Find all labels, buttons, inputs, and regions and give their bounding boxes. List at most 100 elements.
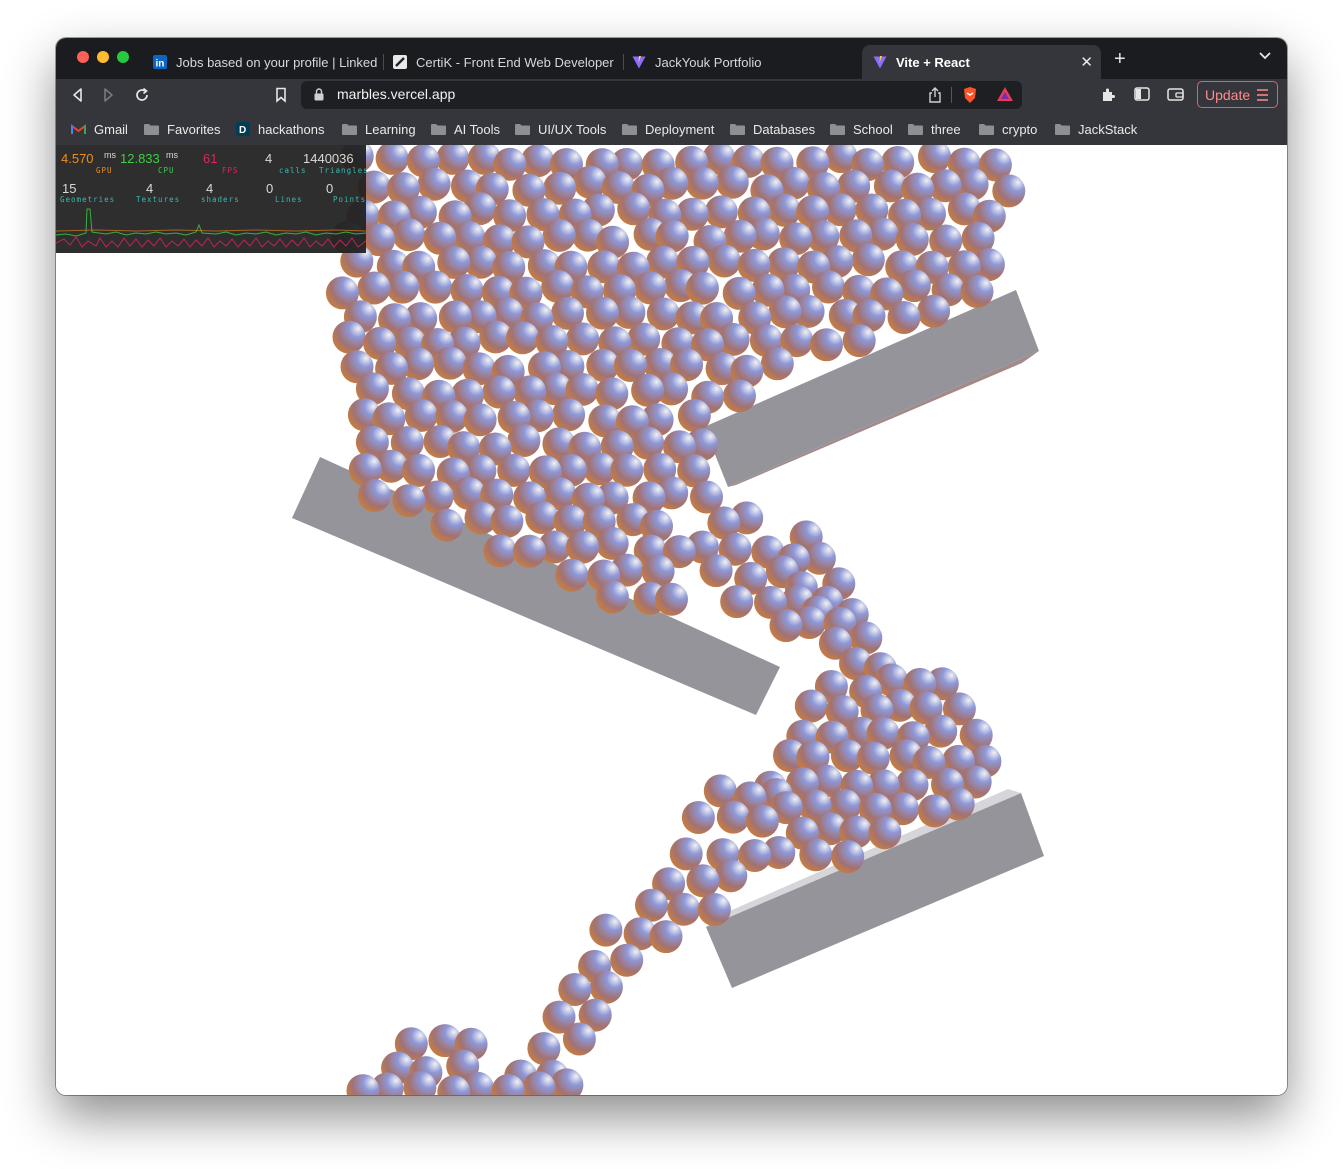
share-icon[interactable] — [928, 87, 942, 103]
marble — [681, 801, 715, 834]
browser-window: in Jobs based on your profile | LinkedIn… — [56, 38, 1287, 1095]
geometries-value: 15 — [62, 181, 77, 196]
bookmark-databases[interactable]: Databases — [730, 118, 815, 140]
calls-value: 4 — [265, 151, 273, 166]
marble — [697, 893, 731, 926]
marble — [430, 508, 464, 542]
forward-icon[interactable] — [103, 87, 115, 103]
minimize-window-button[interactable] — [97, 51, 109, 63]
sidebar-icon[interactable] — [1134, 87, 1150, 101]
folder-icon — [515, 124, 530, 135]
marble — [357, 479, 391, 512]
extensions-icon[interactable] — [1100, 87, 1116, 103]
tab-title: Vite + React — [896, 54, 970, 70]
marble — [346, 1074, 380, 1095]
marble — [960, 275, 994, 308]
bookmark-learning[interactable]: Learning — [342, 118, 416, 140]
bookmarks-bar: Gmail Favorites D hackathons Learning AI… — [56, 113, 1287, 146]
marble — [542, 218, 576, 252]
tab-certik[interactable]: CertiK - Front End Web Developer - — [382, 45, 618, 79]
back-icon[interactable] — [71, 87, 83, 103]
marble — [610, 943, 644, 977]
wallet-icon[interactable] — [1167, 87, 1184, 101]
marble — [506, 321, 540, 355]
marble — [667, 892, 701, 926]
marble — [917, 294, 951, 328]
perf-graph — [56, 208, 366, 248]
bookmark-deployment[interactable]: Deployment — [622, 118, 714, 140]
marble-scene[interactable] — [56, 145, 1287, 1095]
marble — [677, 399, 711, 432]
marble — [768, 295, 802, 329]
marble — [686, 864, 720, 898]
bookmark-icon[interactable] — [275, 87, 287, 103]
bookmark-gmail[interactable]: Gmail — [71, 118, 128, 140]
marbles-canvas[interactable]: 4.570 ms GPU 12.833 ms CPU 61 FPS 4 call… — [56, 145, 1287, 1095]
tab-title: CertiK - Front End Web Developer - — [416, 54, 618, 70]
cpu-unit: ms — [166, 150, 178, 160]
svg-text:D: D — [239, 125, 246, 136]
lines-label: Lines — [275, 195, 303, 204]
marble — [589, 913, 623, 947]
marble — [490, 504, 524, 538]
update-button[interactable]: Update — [1197, 81, 1278, 108]
cpu-value: 12.833 — [120, 151, 160, 166]
brave-shields-icon[interactable] — [962, 86, 978, 104]
bookmark-three[interactable]: three — [908, 118, 961, 140]
marble — [552, 398, 586, 432]
folder-icon — [622, 124, 637, 135]
bookmark-label: hackathons — [258, 121, 325, 137]
chevron-down-icon[interactable] — [1259, 52, 1271, 60]
menu-icon — [1257, 89, 1268, 101]
marble — [332, 320, 366, 354]
marble — [525, 501, 559, 534]
fullscreen-window-button[interactable] — [117, 51, 129, 63]
marble — [715, 165, 749, 199]
fps-value: 61 — [203, 151, 218, 166]
marble — [513, 534, 546, 568]
address-bar[interactable]: marbles.vercel.app — [301, 81, 1022, 109]
linkedin-icon: in — [153, 55, 167, 69]
update-label: Update — [1205, 86, 1251, 103]
close-window-button[interactable] — [77, 51, 89, 63]
reload-icon[interactable] — [134, 87, 150, 103]
triangles-value: 1440036 — [303, 151, 354, 166]
geometries-label: Geometries — [60, 195, 116, 204]
gpu-label: GPU — [96, 166, 113, 175]
marble — [392, 218, 426, 252]
tab-linkedin[interactable]: in Jobs based on your profile | LinkedIn — [142, 45, 378, 79]
marble — [842, 324, 876, 358]
bookmark-crypto[interactable]: crypto — [979, 118, 1037, 140]
cpu-label: CPU — [158, 166, 175, 175]
tab-bar: in Jobs based on your profile | LinkedIn… — [56, 38, 1287, 79]
bookmark-label: Databases — [753, 121, 816, 137]
bookmark-uiux-tools[interactable]: UI/UX Tools — [515, 118, 606, 140]
fps-label: FPS — [222, 166, 239, 175]
shaders-value: 4 — [206, 181, 214, 196]
marble — [655, 582, 688, 616]
close-tab-icon[interactable]: ✕ — [1080, 53, 1093, 71]
marble — [685, 166, 719, 200]
brave-rewards-icon[interactable] — [996, 86, 1014, 102]
tab-portfolio[interactable]: JackYouk Portfolio — [621, 45, 857, 79]
marble — [555, 558, 589, 592]
svg-text:in: in — [156, 59, 165, 70]
bookmark-favorites[interactable]: Favorites — [144, 118, 220, 140]
bookmark-ai-tools[interactable]: AI Tools — [431, 118, 500, 140]
marble — [507, 424, 541, 457]
marble — [745, 804, 779, 838]
folder-icon — [431, 124, 446, 135]
marble — [649, 920, 683, 954]
new-tab-icon[interactable]: + — [1114, 48, 1126, 71]
points-label: Points — [333, 195, 367, 204]
bookmark-label: UI/UX Tools — [538, 121, 607, 137]
bookmark-jackstack[interactable]: JackStack — [1055, 118, 1137, 140]
bookmark-label: Deployment — [645, 121, 715, 137]
url-text: marbles.vercel.app — [337, 86, 456, 102]
bookmark-hackathons[interactable]: D hackathons — [236, 118, 325, 140]
marble — [375, 145, 409, 175]
bookmark-school[interactable]: School — [830, 118, 893, 140]
marble — [707, 244, 741, 278]
tab-vite-react[interactable]: Vite + React ✕ — [862, 45, 1101, 79]
marble — [402, 453, 436, 487]
